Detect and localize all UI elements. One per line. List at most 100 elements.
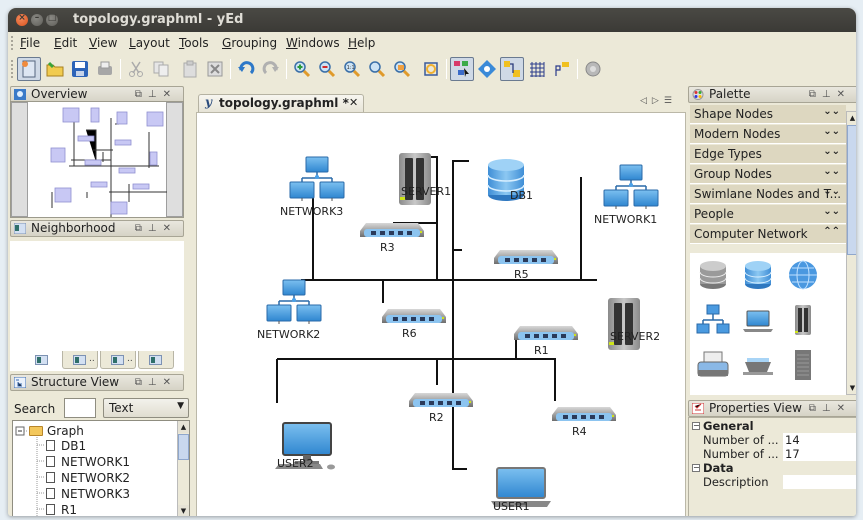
- property-row[interactable]: Description: [689, 475, 856, 489]
- scroll-down-arrow-icon[interactable]: ▼: [847, 382, 856, 394]
- node-label-r1[interactable]: R1: [534, 344, 549, 357]
- tree-node[interactable]: NETWORK1: [46, 454, 130, 470]
- scrollbar-thumb[interactable]: [847, 125, 856, 255]
- palette-section-modern-nodes[interactable]: Modern Nodes ⌄⌄: [690, 125, 846, 144]
- collapse-icon[interactable]: −: [692, 464, 700, 472]
- close-tab-icon[interactable]: ✕: [349, 96, 358, 109]
- property-row[interactable]: Number of ... 17: [689, 447, 856, 461]
- zoom-selection-button[interactable]: [390, 57, 414, 81]
- panel-controls[interactable]: ⧉⊥✕: [135, 87, 177, 102]
- scroll-up-arrow-icon[interactable]: ▲: [178, 421, 189, 433]
- node-label-r3[interactable]: R3: [380, 241, 395, 254]
- node-label-server2[interactable]: SERVER2: [610, 330, 660, 343]
- palette-scrollbar[interactable]: ▲ ▼: [846, 111, 856, 395]
- router-node-r6[interactable]: [382, 309, 446, 323]
- tree-node[interactable]: NETWORK2: [46, 470, 130, 486]
- node-label-network2[interactable]: NETWORK2: [257, 328, 320, 341]
- node-label-r5[interactable]: R5: [514, 268, 529, 281]
- property-value[interactable]: 17: [783, 447, 856, 461]
- database-blue-icon[interactable]: [741, 258, 775, 292]
- node-label-r2[interactable]: R2: [429, 411, 444, 424]
- server-rack-icon[interactable]: [786, 348, 820, 382]
- router-node-r2[interactable]: [409, 393, 473, 407]
- tree-node[interactable]: NETWORK3: [46, 486, 130, 502]
- node-label-db1[interactable]: DB1: [510, 189, 533, 202]
- structure-scrollbar[interactable]: ▲ ▼: [177, 421, 189, 516]
- node-label-server1[interactable]: SERVER1: [401, 185, 451, 198]
- menu-edit[interactable]: Edit: [54, 36, 77, 50]
- laptop-icon[interactable]: [741, 303, 775, 337]
- network-icon[interactable]: [696, 303, 730, 337]
- paste-button[interactable]: [178, 57, 202, 81]
- router-node-r3[interactable]: [360, 223, 424, 237]
- menu-grouping[interactable]: Grouping: [222, 36, 277, 50]
- router-node-r1[interactable]: [514, 326, 578, 340]
- property-group-data[interactable]: − Data: [689, 461, 856, 475]
- palette-section-people[interactable]: People ⌄⌄: [690, 205, 846, 224]
- palette-section-computer-network[interactable]: Computer Network ⌃⌃: [690, 225, 846, 244]
- database-gray-icon[interactable]: [696, 258, 730, 292]
- node-label-r4[interactable]: R4: [572, 425, 587, 438]
- window-close-button[interactable]: ×: [16, 13, 28, 26]
- node-label-user1[interactable]: USER1: [493, 500, 530, 513]
- property-value[interactable]: [783, 475, 856, 489]
- edge[interactable]: [452, 160, 469, 470]
- node-label-user2[interactable]: USER2: [277, 457, 314, 470]
- orthogonal-edges-button[interactable]: [500, 57, 524, 81]
- internet-globe-icon[interactable]: [786, 258, 820, 292]
- navigate-mode-button[interactable]: [475, 57, 499, 81]
- panel-controls[interactable]: ⧉⊥✕: [135, 375, 177, 390]
- collapse-icon[interactable]: −: [692, 422, 700, 430]
- fit-content-button[interactable]: [419, 57, 443, 81]
- neighborhood-tab[interactable]: ..: [62, 351, 98, 369]
- panel-controls[interactable]: ⧉⊥✕: [809, 87, 851, 102]
- edge[interactable]: [516, 358, 556, 401]
- overview-minimap[interactable]: [10, 101, 184, 218]
- neighborhood-tab[interactable]: [138, 351, 174, 369]
- new-document-button[interactable]: [17, 57, 41, 81]
- edit-mode-button[interactable]: [450, 57, 474, 81]
- print-button[interactable]: [93, 57, 117, 81]
- plugins-button[interactable]: [581, 57, 605, 81]
- zoom-actual-size-button[interactable]: 1:1: [340, 57, 364, 81]
- scroll-down-arrow-icon[interactable]: ▼: [178, 505, 189, 516]
- zoom-out-button[interactable]: [315, 57, 339, 81]
- router-node-r5[interactable]: [494, 250, 558, 264]
- network-node-network2[interactable]: [266, 279, 322, 324]
- window-minimize-button[interactable]: –: [31, 13, 43, 26]
- printer-icon[interactable]: [696, 348, 730, 382]
- window-maximize-button[interactable]: □: [46, 13, 58, 26]
- tree-node-graph[interactable]: Graph: [29, 423, 84, 439]
- scroll-up-arrow-icon[interactable]: ▲: [847, 112, 856, 124]
- property-group-general[interactable]: − General: [689, 419, 856, 433]
- panel-controls[interactable]: ⧉⊥✕: [135, 221, 177, 236]
- open-button[interactable]: [43, 57, 67, 81]
- copy-button[interactable]: [149, 57, 173, 81]
- router-node-r4[interactable]: [552, 407, 616, 421]
- menu-file[interactable]: File: [20, 36, 40, 50]
- property-value[interactable]: 14: [783, 433, 856, 447]
- save-button[interactable]: [68, 57, 92, 81]
- tab-navigation[interactable]: ◁▷☰: [640, 96, 677, 106]
- palette-section-swimlane-nodes[interactable]: Swimlane Nodes and T... ⌄⌄: [690, 185, 846, 204]
- scrollbar-thumb[interactable]: [178, 434, 189, 460]
- menu-view[interactable]: View: [89, 36, 117, 50]
- neighborhood-tab[interactable]: ..: [100, 351, 136, 369]
- snap-lines-button[interactable]: [550, 57, 574, 81]
- undo-button[interactable]: [234, 57, 258, 81]
- property-row[interactable]: Number of ... 14: [689, 433, 856, 447]
- server-icon[interactable]: [786, 303, 820, 337]
- tree-node[interactable]: R1: [46, 502, 77, 516]
- menu-layout[interactable]: Layout: [129, 36, 170, 50]
- menu-help[interactable]: Help: [348, 36, 375, 50]
- zoom-button[interactable]: [365, 57, 389, 81]
- node-label-r6[interactable]: R6: [402, 327, 417, 340]
- palette-section-shape-nodes[interactable]: Shape Nodes ⌄⌄: [690, 105, 846, 124]
- network-node-network1[interactable]: [603, 164, 659, 209]
- graph-canvas[interactable]: NETWORK3 SERVER1 DB1 NETWORK1 R3 R5 NETWORK2 R6…: [196, 112, 686, 516]
- menu-tools[interactable]: Tools: [179, 36, 209, 50]
- structure-filter-select[interactable]: Text ▼: [103, 398, 189, 418]
- palette-section-edge-types[interactable]: Edge Types ⌄⌄: [690, 145, 846, 164]
- panel-controls[interactable]: ⧉⊥✕: [809, 401, 851, 416]
- menu-windows[interactable]: Windows: [286, 36, 340, 50]
